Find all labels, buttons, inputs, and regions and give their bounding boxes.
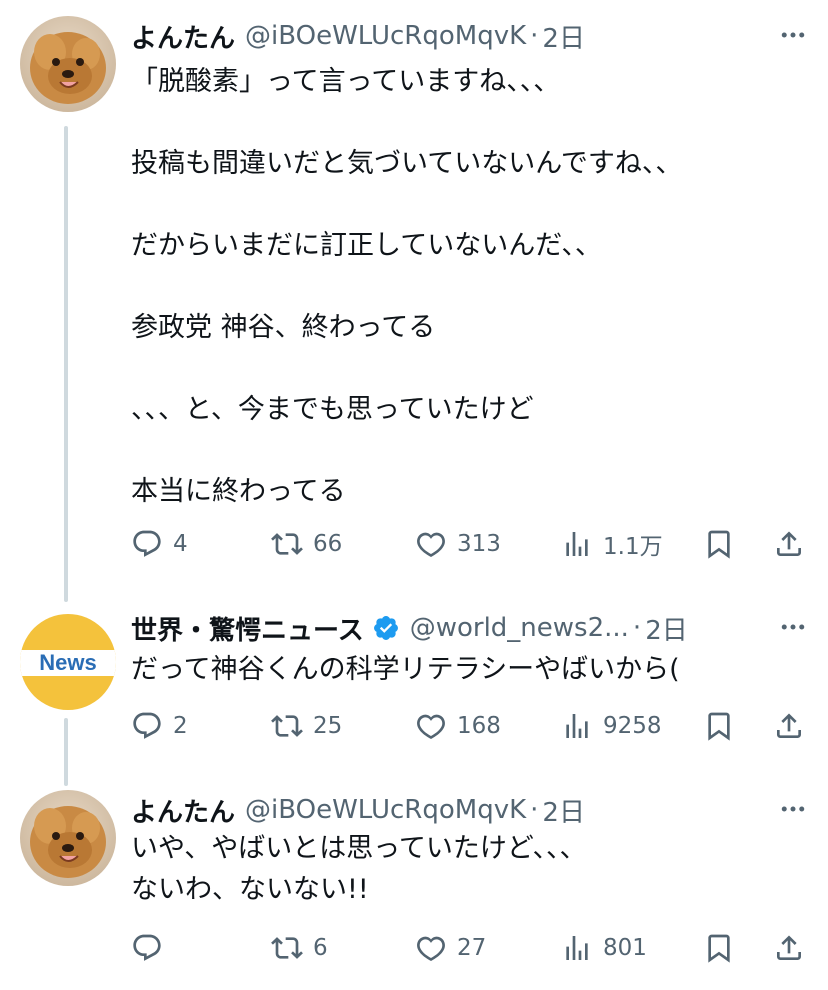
user-handle[interactable]: @iBOeWLUcRqoMqvK xyxy=(245,795,526,825)
tweet[interactable]: よんたん @iBOeWLUcRqoMqvK · 2日 いや、やばいとは思っていた… xyxy=(0,790,828,980)
news-logo-text: News xyxy=(39,650,97,675)
timestamp[interactable]: 2日 xyxy=(645,610,688,647)
bookmark-button[interactable] xyxy=(703,524,735,564)
action-bar: 2 25 168 9258 xyxy=(131,706,808,746)
reply-icon xyxy=(131,932,163,964)
tweet[interactable]: News 世界・驚愕ニュース @world_news2... · 2日 だって神… xyxy=(0,608,828,758)
like-button[interactable]: 168 xyxy=(415,706,501,746)
like-button[interactable]: 27 xyxy=(415,928,486,968)
views-icon xyxy=(561,710,593,742)
timestamp[interactable]: 2日 xyxy=(542,792,585,829)
reply-button[interactable]: 4 xyxy=(131,524,188,564)
user-handle[interactable]: @iBOeWLUcRqoMqvK xyxy=(245,21,526,51)
display-name[interactable]: よんたん xyxy=(131,792,235,829)
bookmark-button[interactable] xyxy=(703,706,735,746)
separator-dot: · xyxy=(530,21,539,51)
reply-button[interactable] xyxy=(131,928,173,968)
avatar[interactable] xyxy=(20,16,116,112)
retweet-icon xyxy=(271,528,303,560)
display-name[interactable]: よんたん xyxy=(131,18,235,55)
reply-count: 4 xyxy=(173,531,188,557)
more-icon[interactable] xyxy=(778,20,808,50)
share-button[interactable] xyxy=(773,928,805,968)
retweet-icon xyxy=(271,932,303,964)
verified-icon xyxy=(373,616,398,640)
views-button[interactable]: 9258 xyxy=(561,706,662,746)
bookmark-icon xyxy=(703,932,735,964)
like-count: 313 xyxy=(457,531,501,557)
like-count: 168 xyxy=(457,713,501,739)
retweet-count: 66 xyxy=(313,531,343,557)
retweet-count: 25 xyxy=(313,713,343,739)
user-handle[interactable]: @world_news2... xyxy=(410,613,629,643)
retweet-button[interactable]: 25 xyxy=(271,706,342,746)
retweet-icon xyxy=(271,710,303,742)
timestamp[interactable]: 2日 xyxy=(542,18,585,55)
more-icon[interactable] xyxy=(778,794,808,824)
display-name[interactable]: 世界・驚愕ニュース xyxy=(131,610,364,647)
tweet[interactable]: よんたん @iBOeWLUcRqoMqvK · 2日 「脱酸素」って言っています… xyxy=(0,16,828,576)
like-icon xyxy=(415,710,447,742)
share-icon xyxy=(773,710,805,742)
views-button[interactable]: 1.1万 xyxy=(561,524,663,564)
share-button[interactable] xyxy=(773,706,805,746)
views-icon xyxy=(561,528,593,560)
bookmark-button[interactable] xyxy=(703,928,735,968)
separator-dot: · xyxy=(530,795,539,825)
view-count: 9258 xyxy=(603,713,662,739)
like-icon xyxy=(415,932,447,964)
bookmark-icon xyxy=(703,528,735,560)
retweet-button[interactable]: 6 xyxy=(271,928,328,968)
view-count: 1.1万 xyxy=(603,534,663,560)
bookmark-icon xyxy=(703,710,735,742)
retweet-count: 6 xyxy=(313,935,328,961)
reply-icon xyxy=(131,710,163,742)
action-bar: 4 66 313 1.1万 xyxy=(131,524,808,564)
views-button[interactable]: 801 xyxy=(561,928,647,968)
views-icon xyxy=(561,932,593,964)
avatar[interactable]: News xyxy=(20,614,116,710)
view-count: 801 xyxy=(603,935,647,961)
like-icon xyxy=(415,528,447,560)
tweet-text: だって神谷くんの科学リテラシーやばいから( xyxy=(131,654,680,685)
share-icon xyxy=(773,932,805,964)
reply-icon xyxy=(131,528,163,560)
reply-button[interactable]: 2 xyxy=(131,706,188,746)
like-count: 27 xyxy=(457,935,487,961)
reply-count: 2 xyxy=(173,713,188,739)
tweet-text: いや、やばいとは思っていたけど、、、 ないわ、ないない!! xyxy=(131,833,587,905)
share-button[interactable] xyxy=(773,524,805,564)
avatar[interactable] xyxy=(20,790,116,886)
more-icon[interactable] xyxy=(778,612,808,642)
action-bar: 6 27 801 xyxy=(131,928,808,968)
share-icon xyxy=(773,528,805,560)
retweet-button[interactable]: 66 xyxy=(271,524,342,564)
separator-dot: · xyxy=(632,613,642,643)
tweet-text: 「脱酸素」って言っていますね、、、 投稿も間違いだと気づいていないんですね、、 … xyxy=(131,66,683,507)
like-button[interactable]: 313 xyxy=(415,524,501,564)
